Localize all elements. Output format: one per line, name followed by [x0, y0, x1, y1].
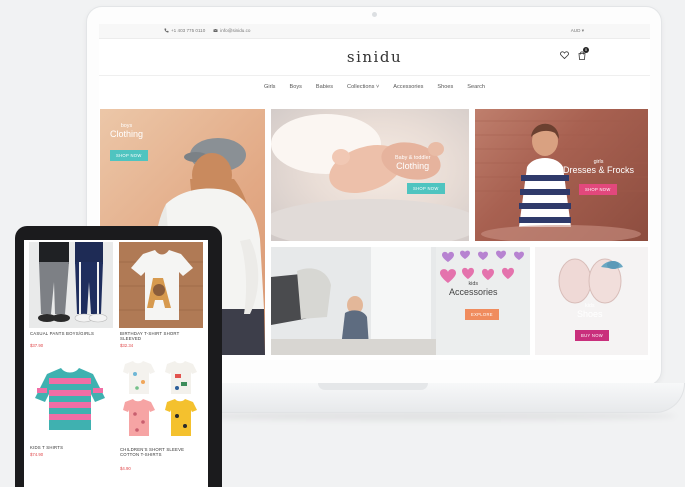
shop-now-button[interactable]: SHOP NOW	[110, 150, 148, 161]
product-name[interactable]: KIDS T SHIRTS	[30, 445, 110, 450]
mail-icon	[213, 28, 218, 32]
product-image-pants[interactable]	[29, 242, 113, 328]
main-navigation: Girls Boys Babies Collections ˅ Accessor…	[99, 84, 650, 90]
cart-button[interactable]: 0	[578, 47, 589, 60]
laptop-base	[176, 383, 685, 413]
pants-photo	[38, 242, 108, 323]
tile-title: Clothing	[396, 161, 430, 171]
tile-title: Clothing	[110, 129, 144, 139]
chevron-down-icon: ˅	[375, 84, 380, 90]
email-address: info@sinidu.co	[220, 28, 251, 33]
product-image-kids-tshirts[interactable]	[29, 358, 113, 444]
product-price: $4.90	[120, 466, 131, 471]
nav-item-girls[interactable]: Girls	[264, 84, 276, 90]
tile-title: Dresses & Frocks	[563, 165, 635, 175]
top-bar: +1 403 775 0110 info@sinidu.co AUD ▾	[99, 24, 650, 39]
tile-baby-toddler-clothing[interactable]: Baby & toddler Clothing SHOP NOW	[271, 109, 469, 241]
email-contact[interactable]: info@sinidu.co	[213, 28, 250, 33]
buy-now-button[interactable]: BUY NOW	[575, 330, 610, 341]
header-actions: 0	[560, 47, 589, 60]
toddler-photo	[271, 247, 436, 355]
cotton-tshirts-photo	[123, 361, 197, 436]
product-name[interactable]: CHILDREN'S SHORT SLEEVE COTTON T-SHIRTS	[120, 447, 200, 457]
nav-item-search[interactable]: Search	[467, 84, 485, 90]
cart-count-badge: 0	[583, 47, 589, 53]
tile-accessories[interactable]: kids Accessories EXPLORE	[271, 247, 530, 355]
heart-icon[interactable]	[560, 51, 569, 59]
striped-tshirt-photo	[35, 368, 105, 430]
phone-icon	[164, 28, 169, 33]
phone-number: +1 403 775 0110	[171, 28, 206, 33]
laptop-camera	[372, 12, 377, 17]
tile-label: kids Shoes	[577, 303, 603, 319]
tile-title: Shoes	[577, 309, 603, 319]
product-price: $37.90	[30, 343, 44, 348]
product-price: $74.90	[30, 452, 44, 457]
laptop-notch	[318, 383, 428, 390]
product-image-birthday-tshirt[interactable]	[119, 242, 203, 328]
tile-title: Accessories	[449, 287, 498, 297]
shop-now-button[interactable]: SHOP NOW	[407, 183, 445, 194]
product-price: $32.34	[120, 343, 134, 348]
phone-contact[interactable]: +1 403 775 0110	[164, 28, 205, 33]
product-name[interactable]: CASUAL PANTS BOYS/GIRLS	[30, 331, 110, 336]
currency-selector[interactable]: AUD ▾	[571, 28, 584, 34]
tile-label: boys Clothing	[110, 123, 143, 139]
tablet-screen: CASUAL PANTS BOYS/GIRLS $37.90 BIRTHDAY …	[24, 240, 208, 487]
product-name[interactable]: BIRTHDAY T-SHIRT SHORT SLEEVED	[120, 331, 200, 341]
tile-shoes[interactable]: kids Shoes BUY NOW	[535, 247, 648, 355]
product-image-cotton-tshirts[interactable]	[119, 358, 203, 444]
tile-label: kids Accessories	[449, 281, 498, 297]
shop-now-button[interactable]: SHOP NOW	[579, 184, 617, 195]
girl-photo	[475, 120, 648, 241]
explore-button[interactable]: EXPLORE	[465, 309, 499, 320]
nav-item-boys[interactable]: Boys	[289, 84, 301, 90]
nav-item-collections-label: Collections	[347, 84, 375, 90]
tile-label: girls Dresses & Frocks	[563, 159, 634, 175]
currency-label: AUD	[570, 28, 581, 33]
header-divider	[99, 75, 650, 76]
birthday-tshirt-photo	[119, 250, 203, 320]
tile-label: Baby & toddler Clothing	[395, 155, 430, 171]
nav-item-babies[interactable]: Babies	[316, 84, 333, 90]
nav-item-collections[interactable]: Collections ˅	[347, 84, 379, 90]
baby-feet-photo	[271, 114, 469, 241]
contact-info: +1 403 775 0110 info@sinidu.co	[164, 28, 250, 33]
tile-girls-dresses[interactable]: girls Dresses & Frocks SHOP NOW	[475, 109, 648, 241]
chevron-down-icon: ▾	[581, 28, 584, 33]
nav-item-shoes[interactable]: Shoes	[437, 84, 453, 90]
nav-item-accessories[interactable]: Accessories	[393, 84, 423, 90]
